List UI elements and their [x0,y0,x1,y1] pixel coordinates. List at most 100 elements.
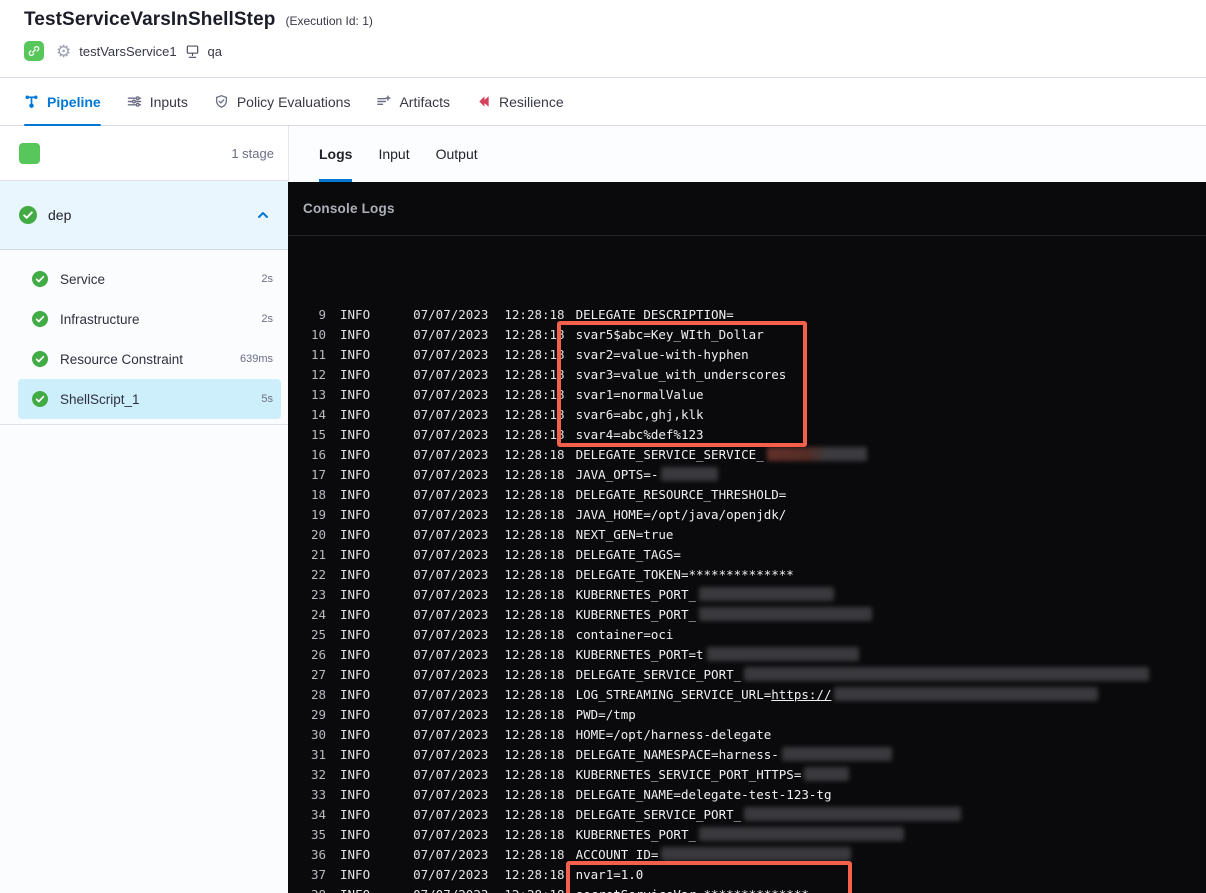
log-tab-label: Output [435,146,478,162]
log-row: 25 INFO 07/07/2023 12:28:18 container=oci [288,624,1206,644]
log-date: 07/07/2023 [413,646,489,662]
chevron-up-icon[interactable] [256,208,270,222]
redacted-text [834,687,1099,701]
log-row: 20 INFO 07/07/2023 12:28:18 NEXT_GEN=true [288,524,1206,544]
log-tab-output[interactable]: Output [436,126,478,182]
log-text: DELEGATE_RESOURCE_THRESHOLD= [575,486,787,502]
console-log-area[interactable]: 9 INFO 07/07/2023 12:28:18 DELEGATE_DESCRIPT… [288,292,1206,893]
log-message: DELEGATE_SERVICE_PORT_ [576,667,1150,682]
log-message: svar1=normalValue [576,387,704,402]
log-level: INFO [340,686,371,702]
log-line-number: 31 [310,746,326,762]
log-message: NEXT_GEN=true [576,527,674,542]
tab-resilience[interactable]: Resilience [476,78,564,125]
stage-status-square[interactable] [19,142,40,164]
step-service[interactable]: Service 2s [18,259,281,299]
log-date: 07/07/2023 [413,826,489,842]
log-date: 07/07/2023 [413,306,489,322]
tab-policy-evaluations[interactable]: Policy Evaluations [214,78,351,125]
log-row: 12 INFO 07/07/2023 12:28:18 svar3=value_with… [288,364,1206,384]
log-row: 16 INFO 07/07/2023 12:28:18 DELEGATE_SERVICE… [288,444,1206,464]
log-time: 12:28:18 [504,887,564,893]
check-circle-icon [32,391,48,407]
log-row: 24 INFO 07/07/2023 12:28:18 KUBERNETES_PORT_ [288,604,1206,624]
artifacts-icon [376,94,392,109]
log-message: nvar1=1.0 [576,867,644,882]
service-name[interactable]: testVarsService1 [79,44,176,59]
console-header: Console Logs [288,182,1206,236]
log-row: 31 INFO 07/07/2023 12:28:18 DELEGATE_NAMESPA… [288,744,1206,764]
step-resource-constraint[interactable]: Resource Constraint 639ms [18,339,281,379]
log-date: 07/07/2023 [413,446,489,462]
log-level: INFO [340,887,370,893]
log-time: 12:28:18 [504,686,565,702]
log-line-number: 21 [310,546,326,562]
log-time: 12:28:18 [504,726,565,742]
log-line-number: 36 [310,846,326,862]
log-row: 36 INFO 07/07/2023 12:28:18 ACCOUNT_ID= [288,844,1206,864]
log-line-number: 28 [310,686,326,702]
log-level: INFO [340,846,371,862]
tab-inputs[interactable]: Inputs [127,78,188,125]
stage-group-dep[interactable]: dep [0,181,288,250]
log-level: INFO [340,806,371,822]
log-date: 07/07/2023 [413,706,489,722]
log-message: svar2=value-with-hyphen [576,347,749,362]
log-level: INFO [340,366,371,382]
environment-name[interactable]: qa [208,44,222,59]
log-level: INFO [340,406,371,422]
tab-label: Artifacts [399,93,451,110]
log-text: svar4=abc%def%123 [575,426,704,442]
log-time: 12:28:18 [504,326,565,342]
step-shellscript_1[interactable]: ShellScript_1 5s [18,379,281,419]
log-time: 12:28:18 [504,786,565,802]
log-tab-input[interactable]: Input [378,126,409,182]
log-tab-logs[interactable]: Logs [319,126,353,182]
step-infrastructure[interactable]: Infrastructure 2s [18,299,281,339]
log-row: 19 INFO 07/07/2023 12:28:18 JAVA_HOME=/opt/j… [288,504,1206,524]
log-time: 12:28:18 [504,426,565,442]
log-time: 12:28:18 [504,766,565,782]
log-level: INFO [340,766,371,782]
log-level: INFO [340,726,371,742]
log-row: 32 INFO 07/07/2023 12:28:18 KUBERNETES_SERVI… [288,764,1206,784]
log-level: INFO [340,486,371,502]
log-text: DELEGATE_TOKEN=************** [575,566,794,582]
log-text: svar2=value-with-hyphen [575,346,749,362]
service-link-icon [24,41,44,61]
tab-pipeline[interactable]: Pipeline [24,78,101,126]
check-circle-icon [32,351,48,367]
log-date: 07/07/2023 [413,586,489,602]
log-row: 22 INFO 07/07/2023 12:28:18 DELEGATE_TOKEN=*… [288,564,1206,584]
log-time: 12:28:18 [504,386,565,402]
header-meta-row: ⚙ testVarsService1 qa [24,41,1206,61]
log-text: LOG_STREAMING_SERVICE_URL= [575,686,772,702]
log-level: INFO [340,786,371,802]
log-date: 07/07/2023 [413,866,489,882]
log-row: 33 INFO 07/07/2023 12:28:18 DELEGATE_NAME=de… [288,784,1206,804]
log-text: HOME=/opt/harness-delegate [575,726,772,742]
log-level: INFO [340,606,371,622]
log-date: 07/07/2023 [413,726,489,742]
log-time: 12:28:18 [504,606,565,622]
redacted-text [661,847,852,861]
log-line-number: 9 [318,306,326,322]
main-tabs: Pipeline Inputs Policy Evaluations Artifact… [0,78,1206,126]
log-row: 34 INFO 07/07/2023 12:28:18 DELEGATE_SERVICE… [288,804,1206,824]
log-link[interactable]: https:// [771,687,831,702]
log-message: secretServiceVar=************** [576,887,809,893]
tab-label: Policy Evaluations [236,93,351,110]
tab-label: Inputs [149,93,188,110]
check-circle-icon [32,311,48,327]
execution-page: TestServiceVarsInShellStep (Execution Id… [0,0,1206,893]
tab-artifacts[interactable]: Artifacts [376,78,450,125]
log-line-number: 19 [310,506,326,522]
log-time: 12:28:18 [504,486,565,502]
log-text: JAVA_OPTS=- [575,466,659,482]
log-line-number: 33 [310,786,326,802]
log-row: 23 INFO 07/07/2023 12:28:18 KUBERNETES_PORT_ [288,584,1206,604]
log-line-number: 23 [310,586,326,602]
log-level: INFO [340,746,371,762]
log-line-number: 37 [310,866,326,882]
log-level: INFO [340,306,371,322]
